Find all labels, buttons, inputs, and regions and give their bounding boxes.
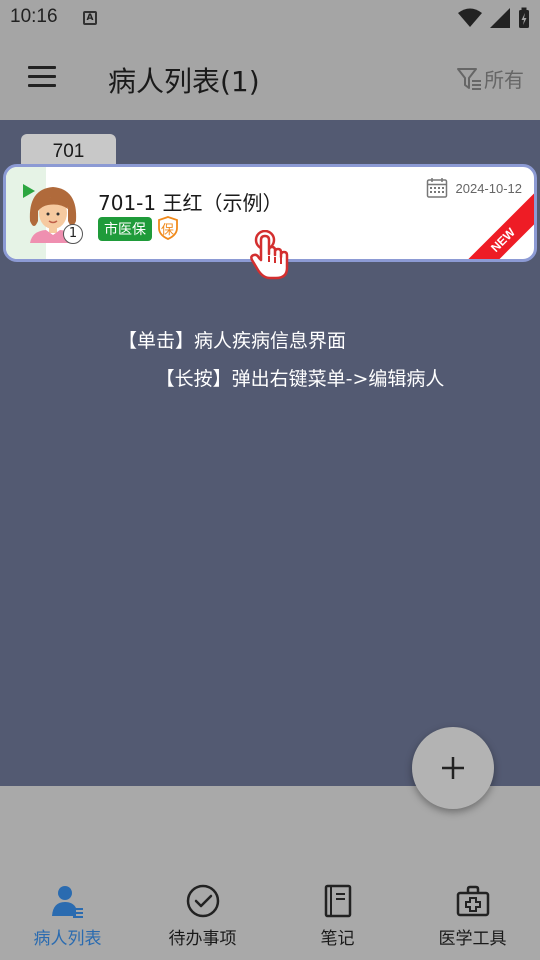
hint-long-press: 【长按】弹出右键菜单->编辑病人 — [155, 368, 445, 390]
new-ribbon: NEW — [456, 193, 534, 259]
room-group-tab[interactable]: 701 — [21, 134, 116, 168]
play-icon — [23, 184, 35, 198]
nav-notes[interactable]: 笔记 — [270, 874, 405, 960]
nav-todo[interactable]: 待办事项 — [135, 874, 270, 960]
date-text: 2024-10-12 — [455, 180, 523, 196]
medical-kit-icon — [456, 885, 489, 917]
notebook-icon — [324, 884, 351, 918]
calendar-icon — [426, 178, 447, 198]
insurance-shield-badge: 保 — [157, 216, 179, 240]
add-patient-button[interactable] — [412, 727, 494, 809]
nav-label-notes: 笔记 — [320, 929, 355, 949]
bottom-nav: 病人列表 待办事项 笔记 医学工具 — [0, 874, 540, 960]
signal-icon — [490, 8, 510, 28]
nav-medical-tools[interactable]: 医学工具 — [405, 874, 540, 960]
patient-list-area: 701 1 701-1 王红（示例） 市医保 保 2024-10-12 NEW … — [0, 120, 540, 786]
nav-label-patient-list: 病人列表 — [33, 929, 102, 949]
filter-icon — [457, 67, 481, 90]
page-title: 病人列表(1) — [108, 65, 260, 98]
patient-name: 701-1 王红（示例） — [98, 191, 283, 215]
nav-patient-list[interactable]: 病人列表 — [0, 874, 135, 960]
status-icons — [458, 7, 530, 29]
battery-icon — [519, 7, 529, 28]
check-circle-icon — [186, 884, 219, 918]
notification-a-icon: A — [83, 11, 97, 25]
plus-icon — [442, 757, 464, 779]
patient-list-icon — [51, 886, 83, 918]
tap-hand-icon — [250, 230, 289, 280]
wifi-icon — [458, 8, 482, 27]
visit-count-badge: 1 — [63, 224, 83, 244]
filter-label: 所有 — [484, 68, 524, 92]
status-bar: 10:16 A — [0, 0, 540, 36]
status-time: 10:16 — [10, 6, 58, 27]
app-bar: 病人列表(1) 所有 — [0, 36, 540, 120]
hint-tap: 【单击】病人疾病信息界面 — [117, 330, 346, 352]
filter-button[interactable]: 所有 — [456, 64, 524, 93]
insurance-tag: 市医保 — [98, 217, 152, 241]
shield-badge-text: 保 — [161, 223, 175, 238]
nav-label-medical-tools: 医学工具 — [438, 929, 507, 949]
nav-label-todo: 待办事项 — [168, 929, 237, 949]
admission-date: 2024-10-12 — [426, 177, 523, 199]
menu-icon[interactable] — [28, 66, 56, 90]
